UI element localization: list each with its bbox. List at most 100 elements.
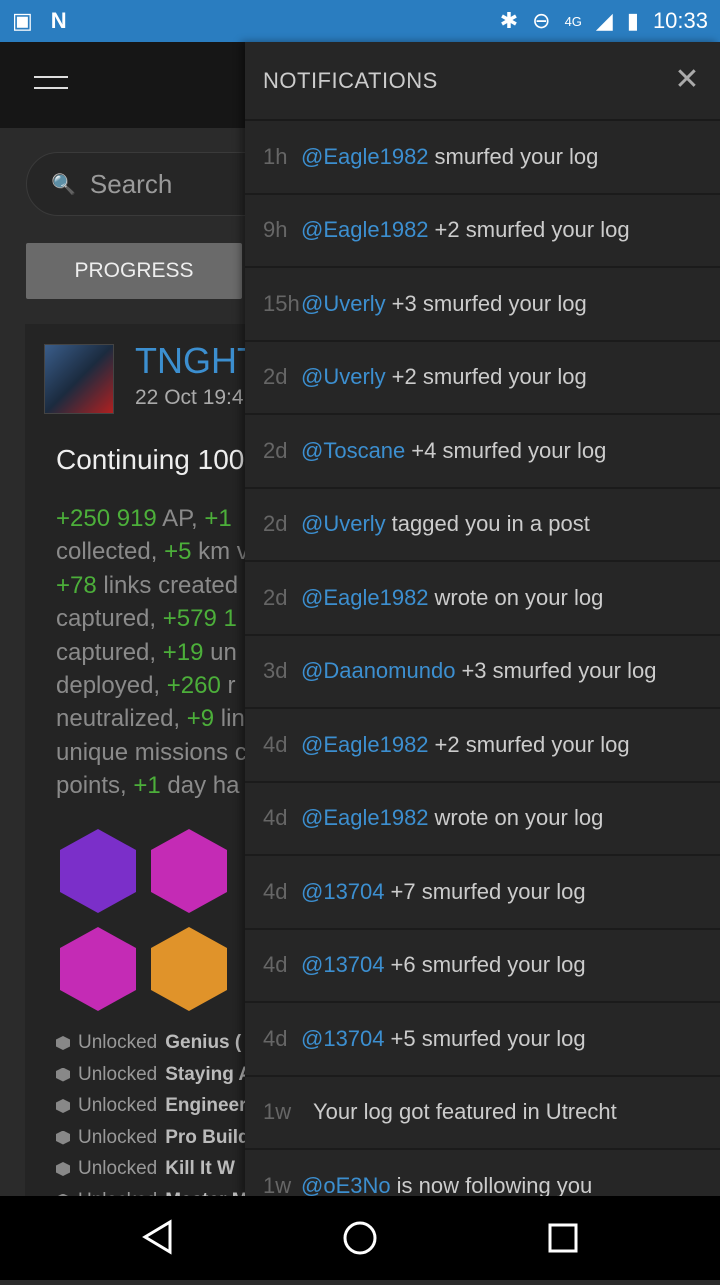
home-icon[interactable] [343,1221,377,1255]
notification-item[interactable]: 2d @Eagle1982 wrote on your log [245,562,720,636]
notification-time: 1w [263,1099,292,1125]
notification-text: +2 smurfed your log [391,364,587,390]
status-bar: ▣ N ✱ ⊖ 4G ◢ ▮ 10:33 [0,0,720,42]
stat-segment: +5 [164,538,192,566]
notification-user[interactable]: @Eagle1982 [301,144,429,170]
notification-item[interactable]: 1w @oE3No is now following you [245,1150,720,1196]
notification-text: Your log got featured in Utrecht [313,1099,617,1125]
notification-item[interactable]: 2d @Uverly +2 smurfed your log [245,342,720,415]
notification-user[interactable]: @Daanomundo [301,658,455,684]
stat-segment: lin [214,705,245,733]
unlocked-item: Unlocked Staying A [56,1064,252,1086]
notification-time: 4d [263,1025,288,1051]
stat-segment: day ha [160,772,240,800]
stat-line: +250 919 AP, +1 [56,502,249,535]
notification-time: 4d [263,878,288,904]
notification-user[interactable]: @Uverly [301,511,386,537]
stat-segment: r [220,672,236,700]
notification-user[interactable]: @13704 [301,1026,385,1052]
notification-user[interactable]: @Eagle1982 [301,217,429,243]
post-stats: +250 919 AP, +1 collected, +5 km v +78 lin… [56,502,249,803]
notification-time: 2d [263,437,288,463]
notification-item[interactable]: 4d @13704 +7 smurfed your log [245,856,720,930]
stat-segment: +19 [162,638,204,666]
notification-user[interactable]: @Uverly [301,291,386,317]
badge[interactable] [60,829,136,913]
close-icon[interactable]: ✕ [674,65,700,95]
hexagon-bullet-icon [56,1099,70,1113]
stat-line: +78 links created [56,569,249,602]
notification-text: +7 smurfed your log [390,878,586,904]
notification-user[interactable]: @13704 [301,879,385,905]
notification-text: +2 smurfed your log [434,217,630,243]
notification-user[interactable]: @13704 [301,952,385,978]
notification-text: wrote on your log [434,805,604,831]
notification-item[interactable]: 4d @13704 +5 smurfed your log [245,1003,720,1077]
stat-segment: neutralized, [56,705,187,733]
stat-segment: km v [191,538,249,566]
notification-item[interactable]: 3d @Daanomundo +3 smurfed your log [245,636,720,709]
stat-segment: +250 919 [56,505,157,532]
stat-segment: un [203,638,237,666]
signal-icon: ◢ [595,8,613,33]
stat-segment: AP, [156,505,205,532]
notification-text: is now following you [396,1172,593,1196]
badge[interactable] [60,927,136,1011]
menu-icon[interactable] [34,76,68,98]
hexagon-bullet-icon [56,1130,70,1145]
hexagon-bullet-icon [56,1162,70,1176]
unlocked-item: Unlocked Genius ( [56,1032,241,1054]
stat-line: captured, +579 1 [56,602,249,635]
notification-time: 2d [263,364,288,390]
notification-item[interactable]: 2d @Uverly tagged you in a post [245,489,720,562]
back-icon[interactable] [142,1219,172,1255]
notification-user[interactable]: @oE3No [301,1173,391,1196]
notification-user[interactable]: @Eagle1982 [301,732,429,758]
notification-item[interactable]: 4d @Eagle1982 +2 smurfed your log [245,709,720,783]
notification-user[interactable]: @Eagle1982 [301,585,429,611]
stat-segment: +1 [204,505,232,532]
notification-time: 2d [263,584,288,610]
notification-text: +3 smurfed your log [461,658,657,684]
notification-item[interactable]: 15h @Uverly +3 smurfed your log [245,268,720,342]
notification-time: 1w [263,1172,292,1196]
recents-icon[interactable] [548,1223,578,1253]
network-label: 4G [564,13,582,29]
image-icon: ▣ [12,8,33,33]
notification-item[interactable]: 1h @Eagle1982 smurfed your log [245,121,720,195]
notification-item[interactable]: 1w Your log got featured in Utrecht [245,1077,720,1150]
notification-text: smurfed your log [434,143,599,169]
bluetooth-icon: ✱ [499,8,519,33]
badge[interactable] [151,927,227,1011]
notification-item[interactable]: 4d @13704 +6 smurfed your log [245,930,720,1003]
notification-item[interactable]: 9h @Eagle1982 +2 smurfed your log [245,195,720,268]
notification-text: +5 smurfed your log [390,1025,586,1051]
stat-line: collected, +5 km v [56,535,249,568]
notification-time: 4d [263,952,288,978]
post-date: 22 Oct 19:4 [135,386,244,409]
n-app-icon: N [50,8,67,33]
progress-button[interactable]: PROGRESS [26,243,242,299]
unlocked-item: Unlocked Pro Build [56,1127,250,1149]
stat-line: deployed, +260 r [56,669,249,702]
notification-user[interactable]: @Eagle1982 [301,805,429,831]
post-title: Continuing 100 [56,444,245,475]
notification-user[interactable]: @Toscane [301,438,405,464]
stat-line: neutralized, +9 lin [56,702,249,735]
badge[interactable] [151,829,227,913]
notification-text: wrote on your log [434,584,604,610]
avatar[interactable] [44,344,114,414]
stat-segment: collected, [56,538,165,566]
notification-text: +6 smurfed your log [390,952,586,978]
notifications-drawer: NOTIFICATIONS ✕ 1h @Eagle1982 smurfed your … [245,42,720,1196]
notification-time: 9h [263,217,288,243]
dnd-icon: ⊖ [532,8,551,33]
stat-segment: points, [56,772,134,800]
stat-line: unique missions c [56,736,249,769]
notification-item[interactable]: 2d @Toscane +4 smurfed your log [245,415,720,489]
notification-time: 1h [263,143,288,169]
battery-icon: ▮ [626,8,639,33]
notification-item[interactable]: 4d @Eagle1982 wrote on your log [245,783,720,856]
post-username[interactable]: TNGHT [135,340,259,382]
notification-user[interactable]: @Uverly [301,364,386,390]
